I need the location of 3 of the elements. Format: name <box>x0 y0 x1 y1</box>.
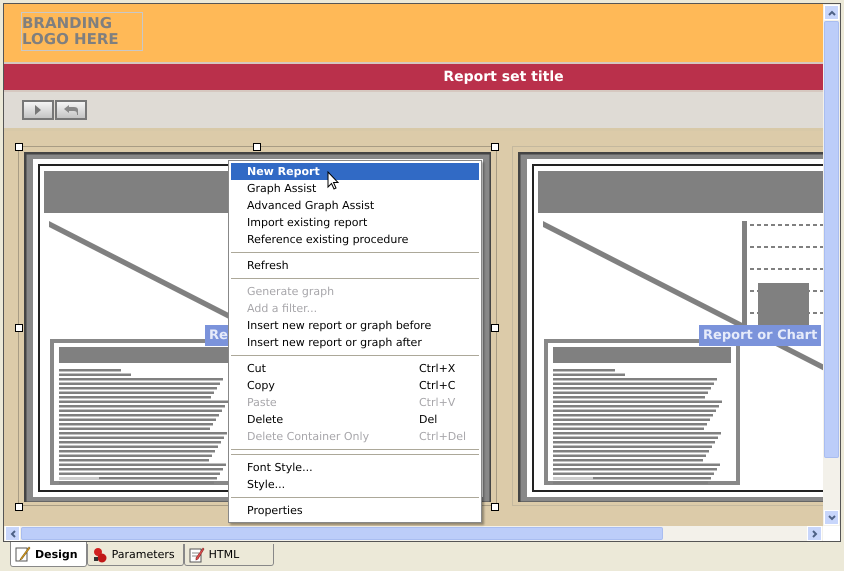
logo-placeholder-text: BRANDING LOGO HERE <box>22 14 119 48</box>
container-label: Report or Chart <box>699 325 822 346</box>
report-set-title: Report set title <box>443 69 564 85</box>
